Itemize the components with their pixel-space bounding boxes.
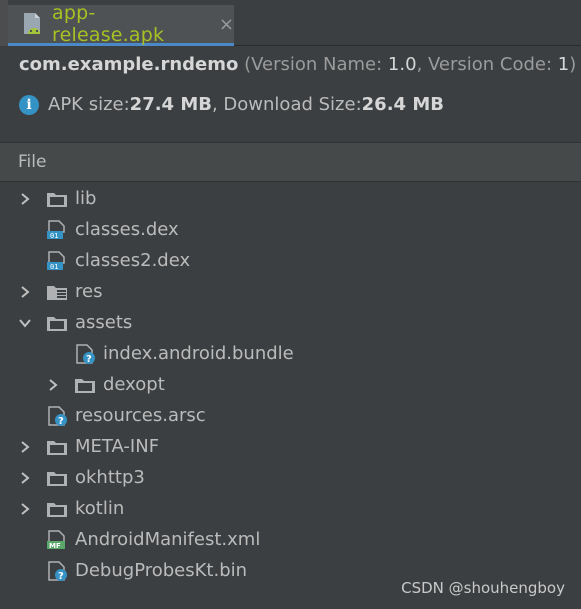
tree-item-label: okhttp3 (75, 467, 145, 488)
chevron-down-icon[interactable] (18, 316, 32, 330)
svg-text:MF: MF (49, 542, 61, 550)
size-line: i APK size: 27.4 MB, Download Size: 26.4… (19, 94, 444, 115)
tree-item-label: res (75, 281, 103, 302)
tree-item-label: DebugProbesKt.bin (75, 560, 248, 581)
apk-file-icon (22, 12, 42, 36)
svg-text:?: ? (86, 354, 92, 364)
apk-size-label: APK size: (48, 94, 130, 115)
tree-row-classes2-dex[interactable]: 01 classes2.dex (46, 245, 190, 276)
chevron-right-icon[interactable] (18, 285, 32, 299)
dex-file-icon: 01 (46, 219, 68, 240)
apk-size-value: 27.4 MB (129, 94, 212, 115)
tree-item-label: lib (75, 188, 97, 209)
tab-app-release-apk[interactable]: app-release.apk × (8, 2, 234, 46)
chevron-right-icon[interactable] (46, 378, 60, 392)
manifest-file-icon: MF (46, 529, 68, 550)
apk-summary: com.example.rndemo (Version Name: 1.0, V… (0, 46, 581, 142)
dex-file-icon: 01 (46, 250, 68, 271)
tree-item-label: index.android.bundle (103, 343, 294, 364)
tree-row-index-android-bundle[interactable]: ? index.android.bundle (74, 338, 294, 369)
folder-icon (46, 437, 68, 457)
tree-row-lib[interactable]: lib (18, 183, 96, 214)
version-label: (Version Name: (244, 54, 388, 75)
version-code-label: , Version Code: (416, 54, 558, 75)
download-size-label: , Download Size: (211, 94, 362, 115)
version-close: ) (569, 54, 577, 75)
tab-bar-edge (0, 0, 8, 46)
chevron-right-icon[interactable] (18, 471, 32, 485)
unknown-file-icon: ? (46, 405, 68, 426)
tree-row-resources-arsc[interactable]: ? resources.arsc (46, 400, 206, 431)
svg-text:?: ? (58, 416, 64, 426)
version-name-value: 1.0 (387, 54, 417, 75)
tree-item-label: kotlin (75, 498, 125, 519)
tree-row-okhttp3[interactable]: okhttp3 (18, 462, 145, 493)
chevron-right-icon[interactable] (18, 440, 32, 454)
tree-item-label: classes2.dex (75, 250, 191, 271)
version-code-value: 1 (557, 54, 570, 75)
watermark: CSDN @shouhengboy (401, 579, 565, 597)
svg-text:01: 01 (50, 263, 58, 271)
tree-item-label: META-INF (75, 436, 160, 457)
package-name: com.example.rndemo (19, 54, 239, 75)
tree-item-label: dexopt (103, 374, 165, 395)
tree-item-label: resources.arsc (75, 405, 206, 426)
editor-tab-bar: app-release.apk × (0, 0, 581, 46)
folder-icon (74, 375, 96, 395)
svg-text:01: 01 (50, 232, 58, 240)
tree-row-debugprobeskt-bin[interactable]: ? DebugProbesKt.bin (46, 555, 247, 586)
tree-row-classes-dex[interactable]: 01 classes.dex (46, 214, 179, 245)
chevron-right-icon[interactable] (18, 192, 32, 206)
unknown-file-icon: ? (74, 343, 96, 364)
folder-icon (46, 468, 68, 488)
svg-text:?: ? (58, 571, 64, 581)
tree-row-android-manifest[interactable]: MF AndroidManifest.xml (46, 524, 260, 555)
package-line: com.example.rndemo (Version Name: 1.0, V… (19, 54, 576, 75)
tree-row-kotlin[interactable]: kotlin (18, 493, 124, 524)
tree-item-label: AndroidManifest.xml (75, 529, 261, 550)
tree-item-label: classes.dex (75, 219, 179, 240)
tree-row-meta-inf[interactable]: META-INF (18, 431, 159, 462)
unknown-file-icon: ? (46, 560, 68, 581)
folder-icon (46, 189, 68, 209)
folder-icon (46, 499, 68, 519)
tree-item-label: assets (75, 312, 133, 333)
chevron-right-icon[interactable] (18, 502, 32, 516)
tree-row-dexopt[interactable]: dexopt (46, 369, 165, 400)
tree-row-assets[interactable]: assets (18, 307, 132, 338)
tab-label: app-release.apk (52, 2, 165, 46)
close-tab-icon[interactable]: × (219, 14, 234, 35)
column-header-label: File (18, 152, 47, 172)
tree-row-res[interactable]: res (18, 276, 102, 307)
column-header-file[interactable]: File (0, 142, 581, 182)
download-size-value: 26.4 MB (361, 94, 444, 115)
resource-folder-icon (46, 282, 68, 302)
info-icon: i (19, 94, 39, 115)
folder-icon (46, 313, 68, 333)
